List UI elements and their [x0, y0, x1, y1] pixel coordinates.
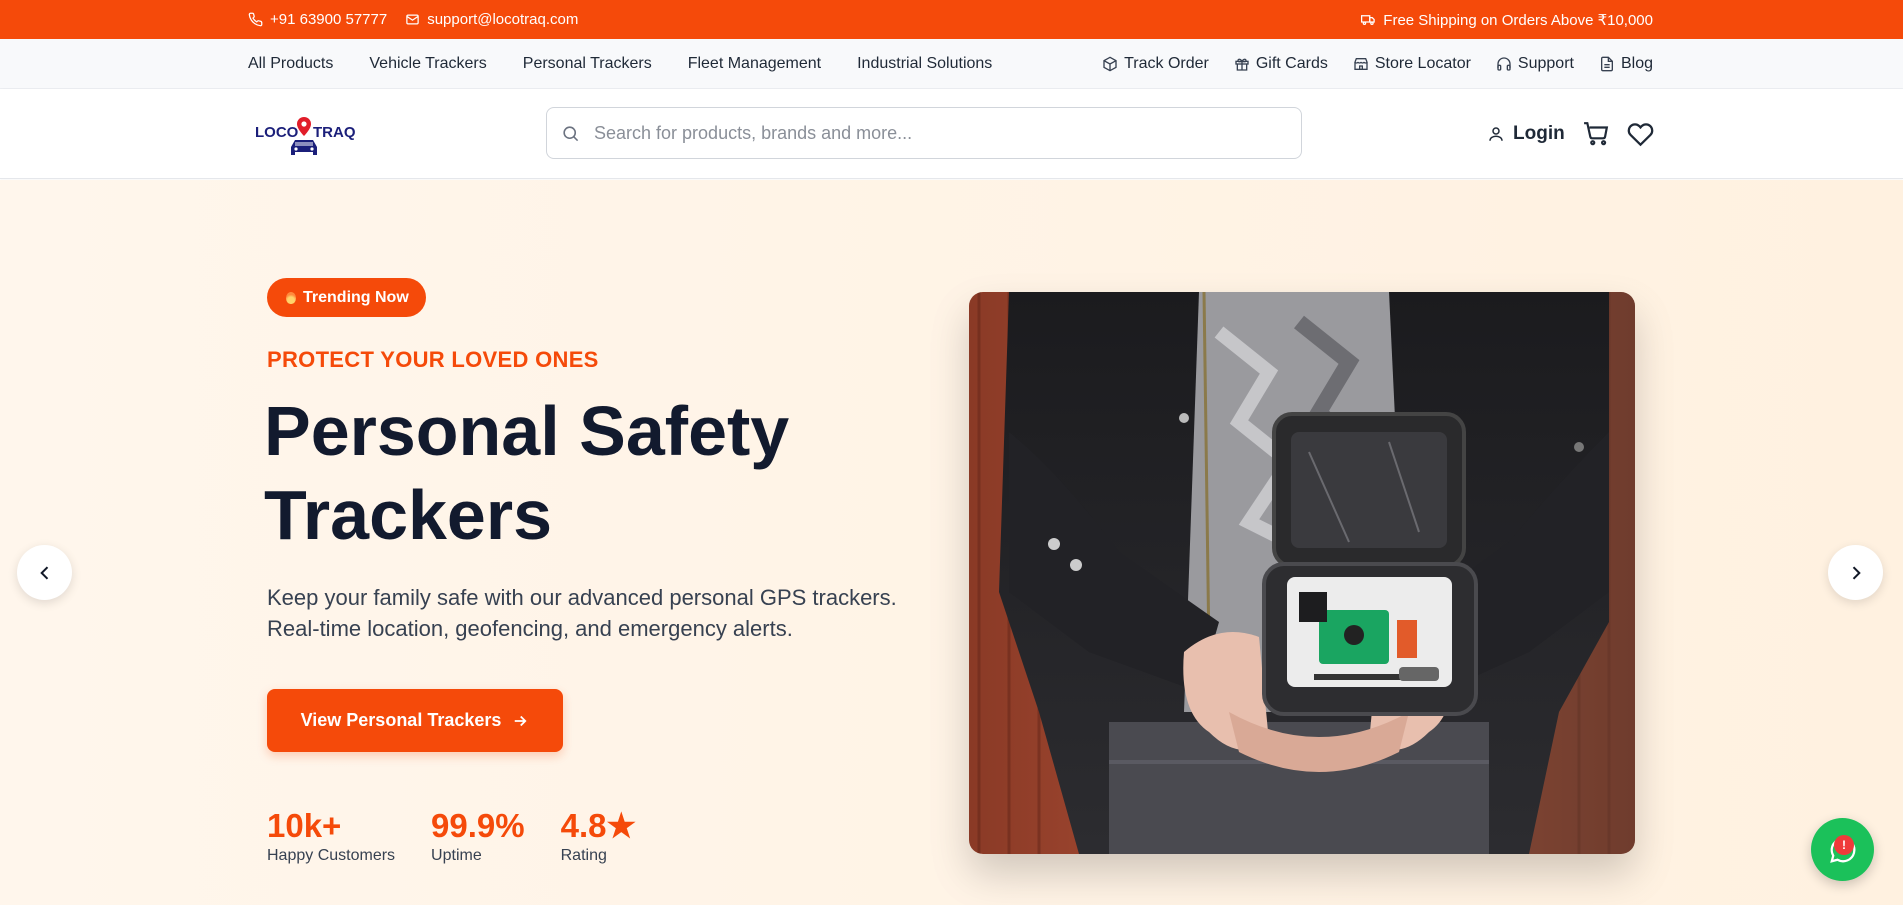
search-icon — [563, 125, 579, 141]
store-locator-link[interactable]: Store Locator — [1353, 55, 1471, 73]
track-order-label: Track Order — [1124, 55, 1209, 72]
gift-cards-link[interactable]: Gift Cards — [1234, 55, 1328, 73]
nav-personal-trackers[interactable]: Personal Trackers — [523, 55, 652, 73]
chevron-left-icon — [39, 565, 48, 580]
carousel-next-button[interactable] — [1828, 545, 1883, 600]
nav-fleet-management[interactable]: Fleet Management — [688, 55, 821, 73]
nav-all-products[interactable]: All Products — [248, 55, 333, 73]
email-address: support@locotraq.com — [427, 11, 579, 28]
svg-text:LOCO: LOCO — [255, 124, 299, 141]
truck-icon — [1361, 15, 1376, 26]
search-bar[interactable] — [546, 107, 1302, 159]
category-nav: All Products Vehicle Trackers Personal T… — [0, 39, 1903, 89]
hero-eyebrow: PROTECT YOUR LOVED ONES — [267, 347, 599, 372]
stat-label: Uptime — [431, 847, 482, 864]
stat-value: 99.9% — [431, 807, 525, 844]
cart-icon[interactable] — [1583, 121, 1609, 147]
login-label: Login — [1513, 123, 1565, 144]
stat-value: 4.8★ — [560, 807, 637, 844]
site-header: LOCO TRAQ Login — [0, 89, 1903, 179]
hero-product-image — [969, 292, 1635, 854]
stat-label: Rating — [560, 847, 607, 864]
hero-banner: Trending Now PROTECT YOUR LOVED ONES Per… — [0, 180, 1903, 905]
blog-label: Blog — [1620, 55, 1653, 72]
phone-contact[interactable]: +91 63900 57777 — [248, 11, 387, 28]
trending-badge: Trending Now — [267, 278, 426, 317]
cta-label: View Personal Trackers — [300, 710, 502, 730]
stat-customers: 10k+ Happy Customers — [267, 807, 395, 865]
phone-icon — [248, 12, 263, 27]
shipping-text: Free Shipping on Orders Above ₹10,000 — [1383, 11, 1653, 29]
carousel-prev-button[interactable] — [17, 545, 72, 600]
stat-value: 10k+ — [267, 807, 342, 844]
chevron-right-icon — [1852, 565, 1861, 580]
trending-label: Trending Now — [303, 288, 409, 306]
store-locator-label: Store Locator — [1374, 55, 1471, 72]
document-icon — [1600, 56, 1613, 72]
nav-industrial-solutions[interactable]: Industrial Solutions — [857, 55, 992, 73]
store-icon — [1354, 58, 1368, 70]
top-announcement-bar: +91 63900 57777 support@locotraq.com Fre… — [0, 0, 1903, 39]
stat-label: Happy Customers — [267, 847, 396, 864]
search-input[interactable] — [594, 122, 1274, 144]
hero-description: Keep your family safe with our advanced … — [267, 585, 897, 641]
stat-uptime: 99.9% Uptime — [431, 807, 525, 865]
gift-icon — [1235, 58, 1249, 71]
nav-vehicle-trackers[interactable]: Vehicle Trackers — [369, 55, 486, 73]
view-personal-trackers-button[interactable]: View Personal Trackers — [267, 689, 563, 752]
hero-stats: 10k+ Happy Customers 99.9% Uptime 4.8★ R… — [267, 807, 636, 865]
support-label: Support — [1517, 55, 1574, 72]
locotraq-logo[interactable]: LOCO TRAQ — [255, 115, 359, 159]
shipping-notice: Free Shipping on Orders Above ₹10,000 — [1361, 11, 1653, 29]
package-icon — [1103, 56, 1117, 72]
phone-number: +91 63900 57777 — [270, 11, 388, 28]
hero-headline: Personal Safety Trackers — [264, 392, 790, 554]
gift-cards-label: Gift Cards — [1255, 55, 1328, 72]
blog-link[interactable]: Blog — [1599, 55, 1653, 73]
stat-rating: 4.8★ Rating — [561, 807, 636, 865]
user-icon — [1489, 127, 1503, 141]
track-order-link[interactable]: Track Order — [1102, 55, 1209, 73]
support-link[interactable]: Support — [1496, 55, 1574, 73]
email-contact[interactable]: support@locotraq.com — [405, 11, 578, 28]
headphones-icon — [1497, 57, 1511, 71]
flame-icon — [286, 291, 296, 304]
arrow-right-icon — [515, 715, 527, 726]
heart-icon[interactable] — [1627, 121, 1654, 148]
login-button[interactable]: Login — [1487, 123, 1565, 145]
notification-badge: ! — [1834, 835, 1854, 855]
mail-icon — [406, 14, 419, 25]
svg-text:TRAQ: TRAQ — [313, 124, 356, 141]
